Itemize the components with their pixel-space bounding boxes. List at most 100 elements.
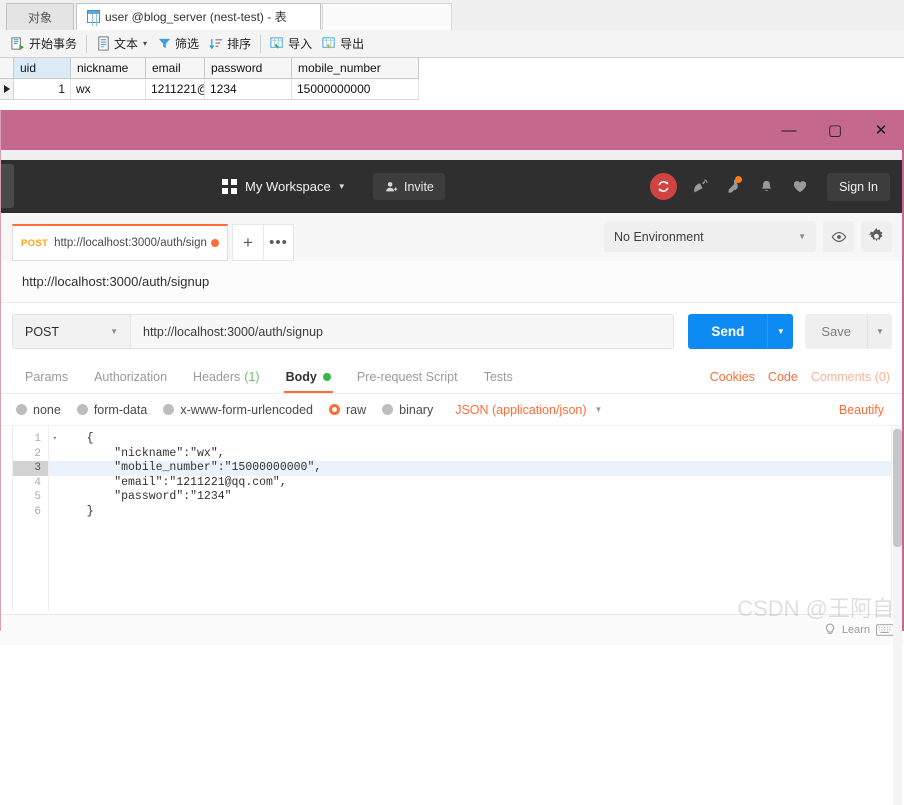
radio-icon [76,404,88,415]
footer-right-group: Learn [824,615,894,645]
tab-pre-request-script[interactable]: Pre-request Script [344,360,471,393]
tab-body[interactable]: Body [273,360,344,393]
body-type-form-data[interactable]: form-data [76,402,148,417]
code-line-2: "nickname":"wx", [59,446,225,460]
filter-icon [158,38,171,49]
url-breadcrumb: http://localhost:3000/auth/signup [0,261,904,303]
body-code-editor[interactable]: 1 ▾ 2 3 4 5 6 { "nickname":"wx", "mobile_… [12,426,892,611]
request-section-tabs: Params Authorization Headers (1) Body Pre… [0,360,904,394]
body-type-form-data-label: form-data [93,402,148,417]
filter-button[interactable]: 筛选 [152,33,204,55]
request-tab-signup[interactable]: POST http://localhost:3000/auth/sign [12,224,228,261]
radio-icon [163,404,175,415]
satellite-dish-icon[interactable] [691,176,710,197]
tab-tests[interactable]: Tests [471,360,526,393]
learn-label[interactable]: Learn [842,624,870,636]
navicat-tab-user-table[interactable]: user @blog_server (nest-test) - 表 [76,3,321,30]
sidebar-toggle-button[interactable] [0,164,14,208]
navicat-tab-objects[interactable]: 对象 [6,3,74,30]
editor-content[interactable]: { "nickname":"wx", "mobile_number":"1500… [49,426,891,611]
code-line-1: { [59,432,94,445]
navicat-tab-user-table-label: user @blog_server (nest-test) - 表 [105,10,287,24]
cell-mobile-number[interactable]: 15000000000 [292,79,419,100]
beautify-button[interactable]: Beautify [839,403,884,417]
method-label: POST [25,324,60,339]
save-group: Save ▼ [805,314,892,349]
gutter-line-3: 3 [13,461,48,476]
code-line-4: "email":"1211221@qq.com", [59,475,287,489]
grid-col-uid[interactable]: uid [14,58,71,79]
gutter-line-4: 4 [34,476,41,489]
save-button[interactable]: Save [805,314,867,349]
cell-email[interactable]: 1211221@ [146,79,205,100]
grid-col-email[interactable]: email [146,58,205,79]
sign-in-button[interactable]: Sign In [827,172,890,201]
bell-icon[interactable] [757,176,776,197]
send-group: Send ▼ [688,314,794,349]
workspace-label: My Workspace [245,179,331,194]
content-type-select[interactable]: JSON (application/json) ▼ [455,403,602,417]
save-options-button[interactable]: ▼ [867,314,892,349]
workspace-selector[interactable]: My Workspace ▼ [222,173,346,200]
body-type-raw[interactable]: raw [329,403,366,417]
cell-nickname[interactable]: wx [71,79,146,100]
body-type-none[interactable]: none [16,403,61,417]
grid-header-corner [0,58,14,79]
code-line-3: "mobile_number":"15000000000", [49,461,891,476]
close-button[interactable]: ✕ [858,110,904,150]
filter-label: 筛选 [175,37,200,51]
tab-params[interactable]: Params [12,360,81,393]
sort-button[interactable]: 排序 [204,33,256,55]
cell-password[interactable]: 1234 [205,79,292,100]
environment-select[interactable]: No Environment ▼ [604,221,816,252]
table-row[interactable]: 1 wx 1211221@ 1234 15000000000 [0,79,419,100]
postman-footer: Learn [0,614,904,645]
export-button[interactable]: 导出 [317,33,369,55]
request-tab-method: POST [21,237,49,249]
comments-link[interactable]: Comments (0) [811,370,890,384]
body-type-urlencoded[interactable]: x-www-form-urlencoded [163,403,313,417]
request-tab-url: http://localhost:3000/auth/sign [54,237,207,249]
gear-icon[interactable] [861,221,892,252]
sync-icon[interactable] [650,173,678,200]
radio-icon-selected [329,404,340,415]
grid-col-mobile-number[interactable]: mobile_number [292,58,419,79]
grid-header-row: uid nickname email password mobile_numbe… [0,58,419,79]
url-input[interactable]: http://localhost:3000/auth/signup [130,314,675,349]
heart-icon[interactable] [790,176,809,197]
cookies-link[interactable]: Cookies [710,370,755,384]
minimize-button[interactable]: — [766,110,812,150]
new-tab-button[interactable]: + [232,224,264,261]
invite-button[interactable]: Invite [373,173,445,200]
send-options-button[interactable]: ▼ [767,314,794,349]
keyboard-icon[interactable] [876,624,894,636]
begin-transaction-button[interactable]: 开始事务 [6,33,82,55]
tab-authorization[interactable]: Authorization [81,360,180,393]
rocket-icon[interactable] [724,176,743,197]
text-button[interactable]: 文本 ▾ [91,33,152,55]
gutter-line-6: 6 [34,505,41,518]
tab-headers[interactable]: Headers (1) [180,360,273,393]
code-line-5: "password":"1234" [59,490,232,503]
tab-more-button[interactable]: ••• [264,224,294,261]
text-caret-icon[interactable]: ▾ [143,39,147,48]
lightbulb-icon[interactable] [824,623,836,637]
main-scrollbar-thumb[interactable] [893,429,902,547]
code-line-6: } [59,504,94,518]
grid-col-password[interactable]: password [205,58,292,79]
navicat-data-grid: uid nickname email password mobile_numbe… [0,58,904,110]
method-select[interactable]: POST ▼ [12,314,130,349]
navicat-tab-extra[interactable] [322,3,452,30]
code-link[interactable]: Code [768,370,798,384]
gutter-line-5: 5 [34,491,41,503]
import-button[interactable]: 导入 [265,33,317,55]
invite-label: Invite [404,179,434,194]
tab-body-label: Body [285,369,317,384]
eye-icon[interactable] [823,221,854,252]
send-button[interactable]: Send [688,314,768,349]
navicat-tabbar: 对象 user @blog_server (nest-test) - 表 [0,0,904,31]
cell-uid[interactable]: 1 [14,79,71,100]
maximize-button[interactable]: ▢ [812,110,858,150]
grid-col-nickname[interactable]: nickname [71,58,146,79]
body-type-binary[interactable]: binary [382,403,433,417]
